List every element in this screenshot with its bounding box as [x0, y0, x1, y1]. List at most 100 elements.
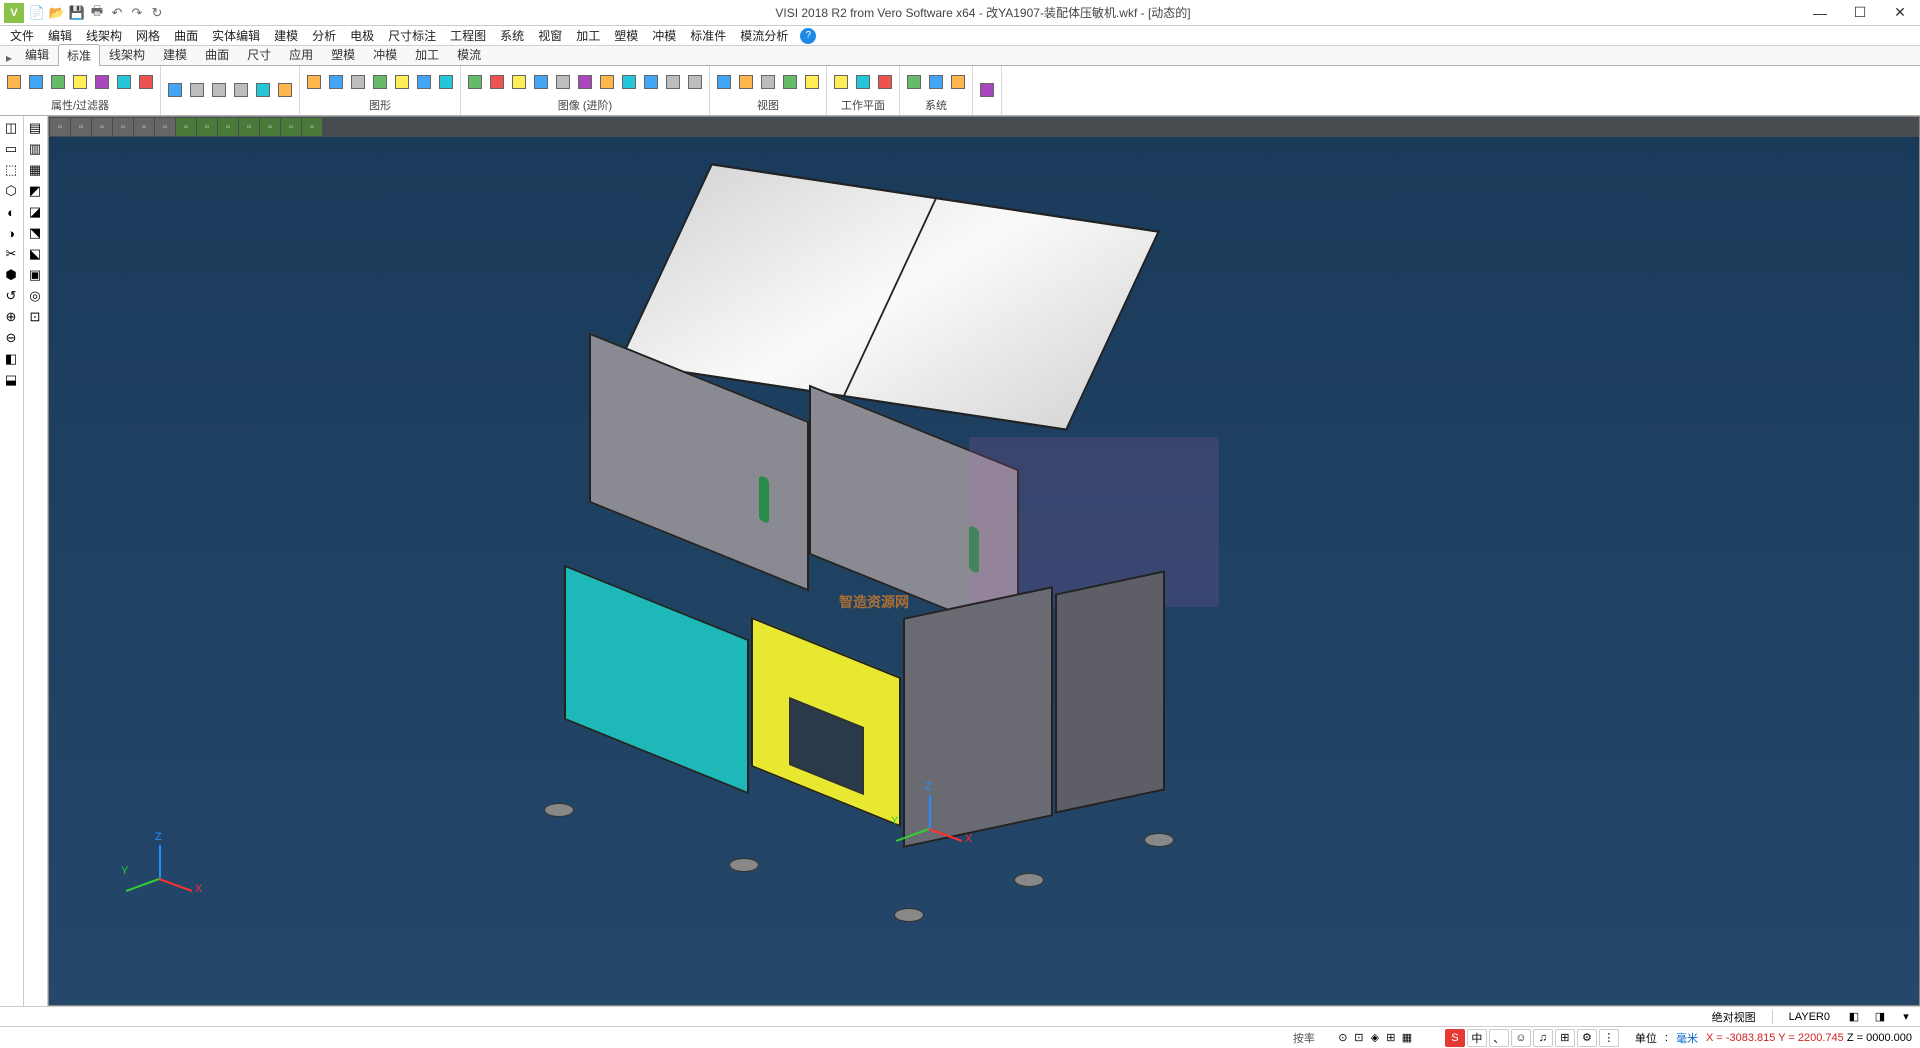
snap-icon[interactable]: ⊡	[1351, 1030, 1367, 1046]
help-icon[interactable]: ?	[800, 28, 816, 44]
tool-button[interactable]: ◐	[0, 202, 22, 222]
ribbon-button[interactable]	[575, 72, 595, 92]
tab-塑模[interactable]: 塑模	[322, 43, 364, 65]
tool-button[interactable]: ◎	[24, 286, 46, 306]
tool-button[interactable]: ◧	[0, 349, 22, 369]
ime-button[interactable]: ☺	[1511, 1029, 1531, 1047]
tool-button[interactable]: ⬢	[0, 265, 22, 285]
ime-button[interactable]: 中	[1467, 1029, 1487, 1047]
view-mode-button[interactable]: ▫	[281, 118, 301, 136]
tool-button[interactable]: ◫	[0, 118, 22, 138]
menu-标准件[interactable]: 标准件	[684, 25, 732, 46]
tab-标准[interactable]: 标准	[58, 44, 100, 66]
snap-icon[interactable]: ▦	[1399, 1030, 1415, 1046]
ribbon-button[interactable]	[165, 80, 185, 100]
ime-button[interactable]: ⊞	[1555, 1029, 1575, 1047]
ribbon-button[interactable]	[641, 72, 661, 92]
tool-button[interactable]: ⬔	[24, 223, 46, 243]
status-layer[interactable]: LAYER0	[1783, 1011, 1836, 1023]
tab-线架构[interactable]: 线架构	[100, 43, 154, 65]
snap-icon[interactable]: ⊞	[1383, 1030, 1399, 1046]
snap-icon[interactable]: ◈	[1367, 1030, 1383, 1046]
tool-button[interactable]: ▦	[24, 160, 46, 180]
ribbon-button[interactable]	[736, 72, 756, 92]
ribbon-button[interactable]	[26, 72, 46, 92]
view-mode-button[interactable]: ▫	[218, 118, 238, 136]
tool-button[interactable]: ⬓	[0, 370, 22, 390]
tool-button[interactable]: ◩	[24, 181, 46, 201]
tool-button[interactable]: ✂	[0, 244, 22, 264]
ime-button[interactable]: ⚙	[1577, 1029, 1597, 1047]
ribbon-button[interactable]	[531, 72, 551, 92]
ribbon-button[interactable]	[92, 72, 112, 92]
snap-icon[interactable]: ⊙	[1335, 1030, 1351, 1046]
new-icon[interactable]: 📄	[28, 4, 46, 22]
tool-button[interactable]: ⬡	[0, 181, 22, 201]
menu-冲模[interactable]: 冲模	[646, 25, 682, 46]
ribbon-button[interactable]	[114, 72, 134, 92]
minimize-button[interactable]: —	[1800, 1, 1840, 25]
ribbon-button[interactable]	[253, 80, 273, 100]
ime-button[interactable]: 、	[1489, 1029, 1509, 1047]
ribbon-button[interactable]	[904, 72, 924, 92]
ribbon-button[interactable]	[802, 72, 822, 92]
ribbon-button[interactable]	[414, 72, 434, 92]
ribbon-button[interactable]	[509, 72, 529, 92]
view-mode-button[interactable]: ▫	[239, 118, 259, 136]
ribbon-button[interactable]	[714, 72, 734, 92]
ribbon-button[interactable]	[370, 72, 390, 92]
ribbon-button[interactable]	[685, 72, 705, 92]
view-mode-button[interactable]: ▫	[155, 118, 175, 136]
menu-塑模[interactable]: 塑模	[608, 25, 644, 46]
menu-系统[interactable]: 系统	[494, 25, 530, 46]
ribbon-button[interactable]	[48, 72, 68, 92]
tool-button[interactable]: ▭	[0, 139, 22, 159]
maximize-button[interactable]: ☐	[1840, 1, 1880, 25]
tab-冲模[interactable]: 冲模	[364, 43, 406, 65]
tool-button[interactable]: ◑	[0, 223, 22, 243]
tool-button[interactable]: ⊖	[0, 328, 22, 348]
view-mode-button[interactable]: ▫	[92, 118, 112, 136]
ribbon-button[interactable]	[231, 80, 251, 100]
ribbon-button[interactable]	[977, 80, 997, 100]
tab-曲面[interactable]: 曲面	[196, 43, 238, 65]
ribbon-button[interactable]	[663, 72, 683, 92]
view-mode-button[interactable]: ▫	[134, 118, 154, 136]
tab-尺寸[interactable]: 尺寸	[238, 43, 280, 65]
ribbon-button[interactable]	[187, 80, 207, 100]
view-mode-button[interactable]: ▫	[302, 118, 322, 136]
tab-编辑[interactable]: 编辑	[16, 43, 58, 65]
view-mode-button[interactable]: ▫	[71, 118, 91, 136]
status-unit-value[interactable]: 毫米	[1676, 1030, 1698, 1046]
tool-button[interactable]: ▥	[24, 139, 46, 159]
ribbon-button[interactable]	[853, 72, 873, 92]
save-icon[interactable]: 💾	[68, 4, 86, 22]
ime-button[interactable]: ♫	[1533, 1029, 1553, 1047]
tool-button[interactable]: ↺	[0, 286, 22, 306]
ribbon-button[interactable]	[4, 72, 24, 92]
status-icon-1[interactable]: ◧	[1846, 1009, 1862, 1025]
status-dropdown-icon[interactable]: ▾	[1898, 1009, 1914, 1025]
ribbon-button[interactable]	[392, 72, 412, 92]
ribbon-button[interactable]	[465, 72, 485, 92]
tab-应用[interactable]: 应用	[280, 43, 322, 65]
view-mode-button[interactable]: ▫	[50, 118, 70, 136]
tool-button[interactable]: ▤	[24, 118, 46, 138]
ribbon-button[interactable]	[948, 72, 968, 92]
ribbon-button[interactable]	[875, 72, 895, 92]
close-button[interactable]: ✕	[1880, 1, 1920, 25]
ime-button[interactable]: ⋮	[1599, 1029, 1619, 1047]
status-view-mode[interactable]: 绝对视图	[1706, 1009, 1762, 1025]
ribbon-button[interactable]	[758, 72, 778, 92]
view-mode-button[interactable]: ▫	[260, 118, 280, 136]
tab-模流[interactable]: 模流	[448, 43, 490, 65]
view-mode-button[interactable]: ▫	[113, 118, 133, 136]
tool-button[interactable]: ▣	[24, 265, 46, 285]
tool-button[interactable]: ◪	[24, 202, 46, 222]
ime-button[interactable]: S	[1445, 1029, 1465, 1047]
view-mode-button[interactable]: ▫	[197, 118, 217, 136]
ribbon-button[interactable]	[304, 72, 324, 92]
view-mode-button[interactable]: ▫	[176, 118, 196, 136]
viewport-3d[interactable]: ▫▫▫▫▫▫▫▫▫▫▫▫▫ 智造资源网	[48, 116, 1920, 1006]
tab-arrow[interactable]: ▸	[2, 51, 16, 65]
